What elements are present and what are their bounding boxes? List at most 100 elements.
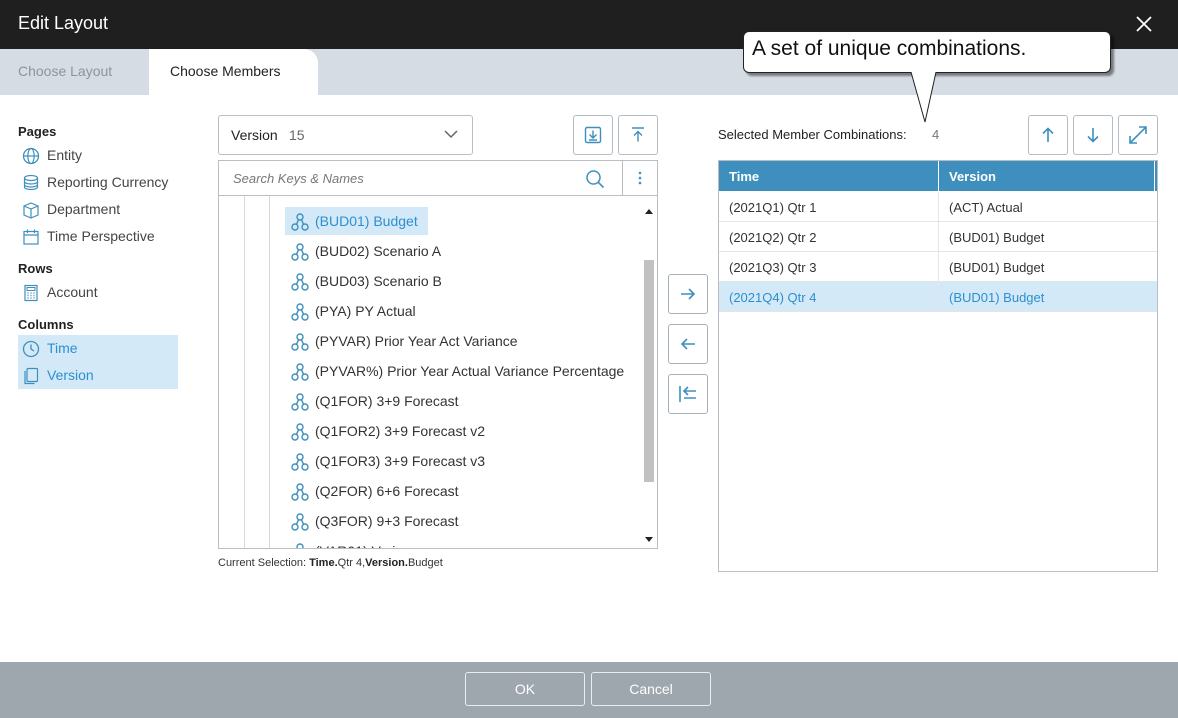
callout-tooltip: A set of unique combinations. (743, 31, 1111, 73)
tree-node-label: (BUD02) Scenario A (315, 243, 442, 259)
cell-version: (BUD01) Budget (949, 230, 1045, 245)
combinations-count: 4 (932, 127, 940, 142)
member-node-icon (291, 453, 309, 471)
sidebar-item-account[interactable]: Account (18, 279, 178, 306)
member-node-icon (291, 423, 309, 441)
tree-node-label: (Q1FOR) 3+9 Forecast (315, 393, 459, 409)
dimension-dropdown[interactable]: Version 15 (218, 115, 473, 155)
scroll-thumb[interactable] (644, 260, 654, 482)
tree-scrollbar[interactable] (640, 196, 657, 548)
more-options-icon[interactable] (622, 161, 657, 195)
close-icon[interactable] (1132, 12, 1156, 36)
tree-node-label: (Q2FOR) 6+6 Forecast (315, 483, 459, 499)
dropdown-label: Version (231, 127, 278, 143)
tree-node-label: (BUD03) Scenario B (315, 273, 442, 289)
dimension-sidebar: Pages Entity Reporting Currency Departme… (18, 124, 178, 389)
tree-node-label: (Q1FOR3) 3+9 Forecast v3 (315, 453, 486, 469)
ok-button[interactable]: OK (465, 672, 585, 706)
sidebar-item-reporting-currency[interactable]: Reporting Currency (18, 169, 178, 196)
import-button[interactable] (573, 115, 613, 155)
tree-node[interactable]: (BUD02) Scenario A (285, 237, 451, 265)
tree-node-label: (Q1FOR2) 3+9 Forecast v2 (315, 423, 486, 439)
remove-selection-button[interactable] (668, 324, 708, 364)
tree-node[interactable]: (PYVAR%) Prior Year Actual Variance Perc… (285, 357, 634, 385)
dialog-title: Edit Layout (18, 13, 109, 33)
tab-choose-layout[interactable]: Choose Layout (0, 49, 149, 95)
sidebar-item-label: Version (47, 367, 94, 383)
calculator-icon (24, 284, 38, 302)
cell-version: (BUD01) Budget (949, 290, 1045, 305)
search-icon[interactable] (585, 169, 605, 189)
member-node-icon (291, 333, 309, 351)
scroll-up-arrow[interactable] (645, 209, 653, 214)
search-input[interactable] (219, 161, 619, 195)
member-node-icon (291, 513, 309, 531)
cell-time: (2021Q3) Qtr 3 (729, 260, 817, 275)
tree-node[interactable]: (BUD01) Budget (285, 207, 428, 235)
globe-icon (22, 147, 40, 165)
member-tree: (BUD01) Budget (BUD02) Scenario A (BUD03) … (219, 196, 639, 548)
tree-node[interactable]: (VAR01) Variance (285, 537, 436, 548)
copy-icon (24, 367, 39, 385)
member-node-icon (291, 273, 309, 291)
tree-node-label: (VAR01) Variance (315, 543, 426, 548)
member-node-icon (291, 213, 309, 231)
tree-node[interactable]: (Q1FOR2) 3+9 Forecast v2 (285, 417, 495, 445)
export-icon (632, 127, 644, 142)
tree-node-label: (Q3FOR) 9+3 Forecast (315, 513, 459, 529)
column-header-version[interactable]: Version (949, 169, 996, 184)
member-node-icon (291, 393, 309, 411)
cell-time: (2021Q2) Qtr 2 (729, 230, 817, 245)
combinations-grid: Time Version (2021Q1) Qtr 1 (ACT) Actual(… (718, 160, 1158, 572)
tab-choose-members[interactable]: Choose Members (149, 49, 318, 95)
tree-node[interactable]: (Q1FOR) 3+9 Forecast (285, 387, 469, 415)
tree-node[interactable]: (Q3FOR) 9+3 Forecast (285, 507, 469, 535)
cell-version: (ACT) Actual (949, 200, 1023, 215)
table-row[interactable]: (2021Q3) Qtr 3 (BUD01) Budget (719, 252, 1157, 282)
section-heading-pages: Pages (18, 124, 57, 139)
tree-node[interactable]: (PYA) PY Actual (285, 297, 426, 325)
cancel-button[interactable]: Cancel (591, 672, 711, 706)
arrow-right-icon (681, 288, 696, 300)
expand-button[interactable] (1118, 115, 1158, 155)
grid-header: Time Version (719, 161, 1157, 191)
add-selection-button[interactable] (668, 274, 708, 314)
chevron-down-icon (444, 130, 458, 139)
sidebar-item-version[interactable]: Version (18, 362, 178, 389)
export-button[interactable] (618, 115, 658, 155)
scroll-down-arrow[interactable] (645, 537, 653, 542)
tree-node[interactable]: (BUD03) Scenario B (285, 267, 452, 295)
coins-icon (23, 174, 39, 191)
current-selection: Current Selection: Time.Qtr 4,Version.Bu… (218, 557, 443, 569)
column-header-time[interactable]: Time (729, 169, 759, 184)
sidebar-item-department[interactable]: Department (18, 196, 178, 223)
remove-all-button[interactable] (668, 374, 708, 414)
member-node-icon (291, 363, 309, 381)
cell-version: (BUD01) Budget (949, 260, 1045, 275)
sidebar-item-entity[interactable]: Entity (18, 142, 178, 169)
arrow-up-icon (1042, 127, 1054, 142)
arrow-left-icon (680, 338, 695, 350)
arrow-down-icon (1087, 128, 1099, 143)
tree-node[interactable]: (Q2FOR) 6+6 Forecast (285, 477, 469, 505)
move-down-button[interactable] (1073, 115, 1113, 155)
sidebar-item-time[interactable]: Time (18, 335, 178, 362)
tree-node[interactable]: (Q1FOR3) 3+9 Forecast v3 (285, 447, 495, 475)
cell-time: (2021Q1) Qtr 1 (729, 200, 817, 215)
sidebar-item-label: Reporting Currency (47, 174, 169, 190)
remove-all-icon (679, 386, 696, 402)
tree-node-label: (BUD01) Budget (315, 213, 418, 229)
tree-node-label: (PYVAR) Prior Year Act Variance (315, 333, 518, 349)
table-row[interactable]: (2021Q2) Qtr 2 (BUD01) Budget (719, 222, 1157, 252)
search-bar (219, 161, 657, 196)
import-icon (584, 126, 602, 144)
sidebar-item-label: Time Perspective (47, 228, 155, 244)
tree-node[interactable]: (PYVAR) Prior Year Act Variance (285, 327, 528, 355)
table-row[interactable]: (2021Q1) Qtr 1 (ACT) Actual (719, 192, 1157, 222)
move-up-button[interactable] (1028, 115, 1068, 155)
sidebar-item-label: Account (47, 284, 98, 300)
sidebar-item-time-perspective[interactable]: Time Perspective (18, 223, 178, 250)
table-row[interactable]: (2021Q4) Qtr 4 (BUD01) Budget (719, 282, 1157, 312)
combinations-label: Selected Member Combinations: (718, 127, 907, 142)
tree-node-label: (PYVAR%) Prior Year Actual Variance Perc… (315, 363, 625, 379)
